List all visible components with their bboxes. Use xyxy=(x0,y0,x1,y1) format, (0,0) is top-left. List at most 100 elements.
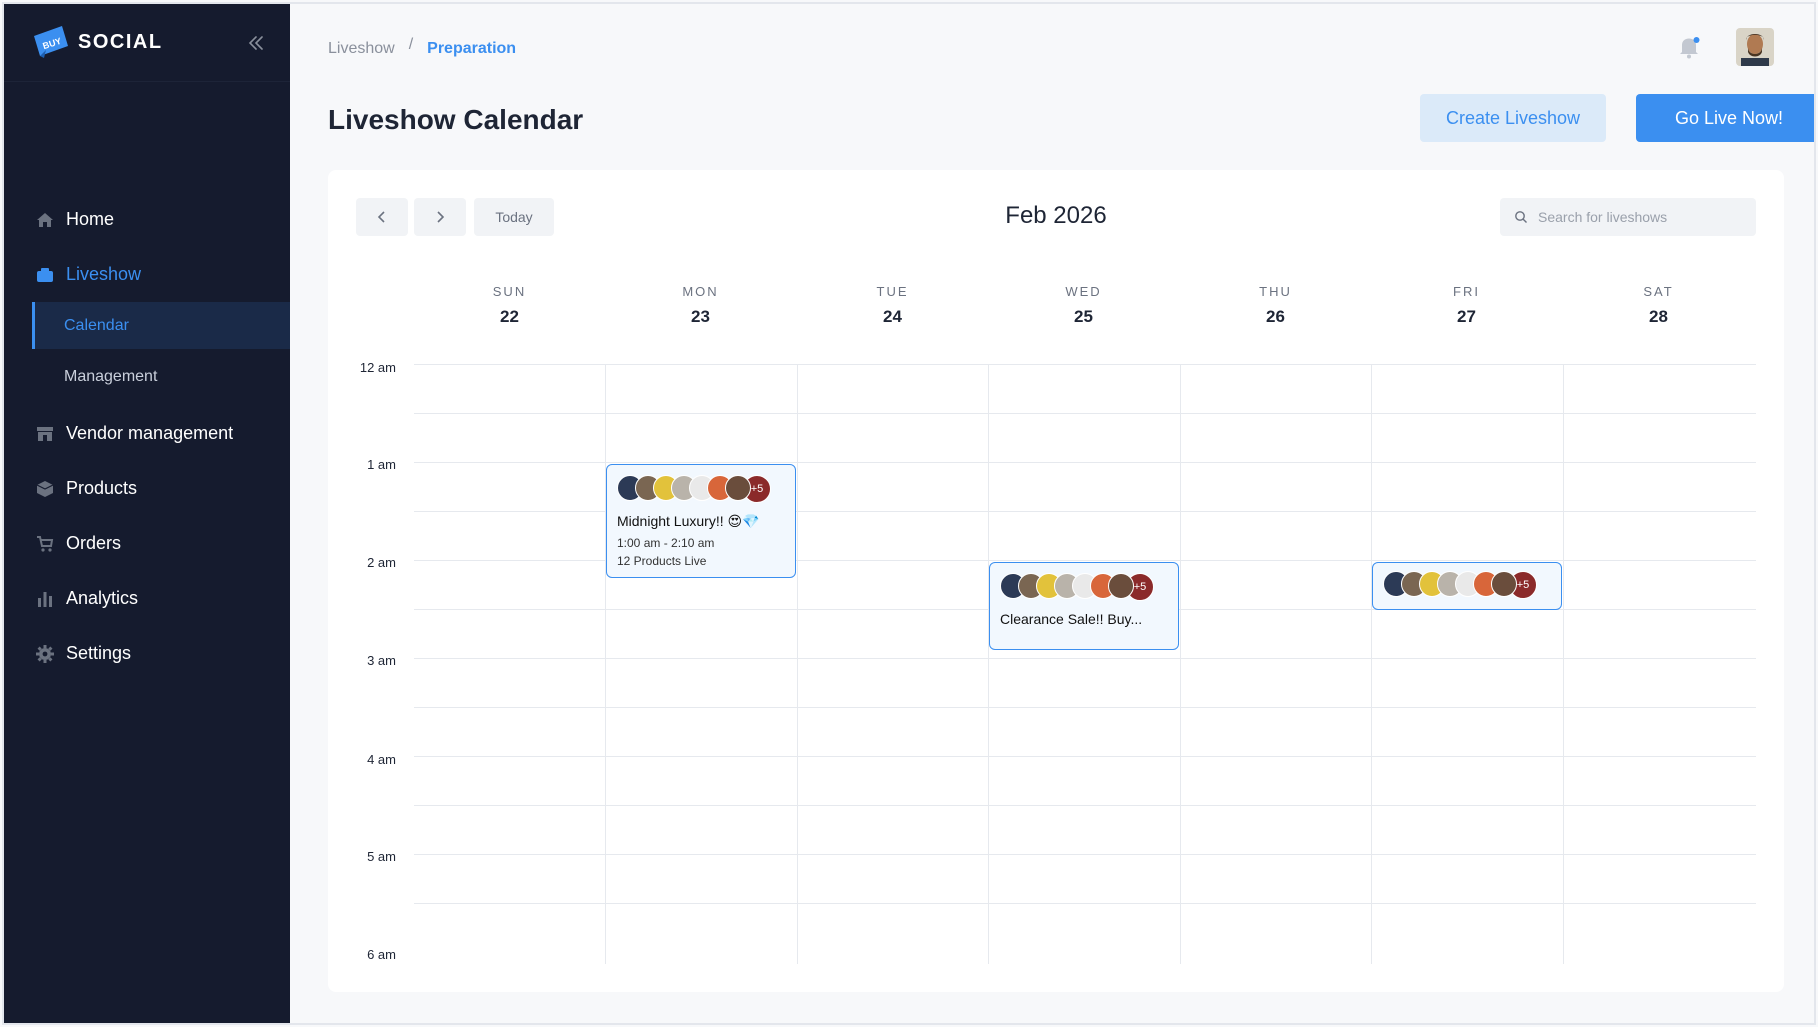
day-number: 23 xyxy=(691,307,710,326)
grid-line xyxy=(1563,364,1564,964)
sidebar-item-label: Settings xyxy=(66,643,132,663)
sidebar-item-home[interactable]: Home xyxy=(4,192,290,247)
sidebar-item-label: Vendor management xyxy=(66,423,234,443)
sidebar-subitem-calendar[interactable]: Calendar xyxy=(32,302,290,349)
brand-header: BUY SOCIAL xyxy=(4,4,290,82)
app-window: BUY SOCIAL Home Liveshow Calendar Manage… xyxy=(2,2,1816,1025)
event-time: 1:00 am - 2:10 am xyxy=(617,536,715,550)
sidebar-item-orders[interactable]: Orders xyxy=(4,516,290,571)
box-icon xyxy=(34,478,56,500)
event-title: Midnight Luxury!! 😍💎 xyxy=(617,513,760,529)
sidebar: BUY SOCIAL Home Liveshow Calendar Manage… xyxy=(4,4,290,1023)
grid-line xyxy=(414,854,1756,855)
day-name: WED xyxy=(1065,284,1102,299)
day-header-thu: THU 26 xyxy=(1180,284,1371,327)
time-label: 12 am xyxy=(359,360,396,375)
grid-line xyxy=(414,364,1756,365)
vendor-avatars: +5 xyxy=(617,475,795,503)
page-title: Liveshow Calendar xyxy=(328,104,584,135)
sidebar-nav: Home Liveshow Calendar Management Vendor… xyxy=(4,192,290,681)
sidebar-item-settings[interactable]: Settings xyxy=(4,626,290,681)
sidebar-item-label: Home xyxy=(66,209,115,229)
cart-icon xyxy=(34,533,56,555)
day-header-wed: WED 25 xyxy=(988,284,1179,327)
day-name: FRI xyxy=(1453,284,1480,299)
sidebar-subitem-label: Calendar xyxy=(64,316,129,334)
sidebar-item-label: Orders xyxy=(66,533,122,553)
grid-line xyxy=(414,707,1756,708)
day-name: SAT xyxy=(1643,284,1674,299)
day-number: 24 xyxy=(883,307,902,326)
grid-line xyxy=(414,756,1756,757)
time-label: 3 am xyxy=(367,653,396,668)
day-name: TUE xyxy=(876,284,909,299)
grid-line xyxy=(1180,364,1181,964)
sidebar-item-label: Products xyxy=(66,478,138,498)
search-box xyxy=(1500,198,1756,236)
grid-line xyxy=(414,413,1756,414)
grid-line xyxy=(414,903,1756,904)
sidebar-item-vendor-management[interactable]: Vendor management xyxy=(4,406,290,461)
sidebar-subitem-label: Management xyxy=(64,367,158,385)
search-icon xyxy=(1515,211,1527,223)
event-card-midnight-luxury[interactable]: +5 Midnight Luxury!! 😍💎 1:00 am - 2:10 a… xyxy=(606,464,796,578)
vendor-avatar xyxy=(1491,571,1517,597)
home-icon xyxy=(34,209,56,231)
event-card-clearance-sale[interactable]: +5 Clearance Sale!! Buy... xyxy=(989,562,1179,650)
day-number: 22 xyxy=(500,307,519,326)
next-week-button[interactable] xyxy=(414,198,466,236)
time-label: 6 am xyxy=(367,947,396,962)
event-title: Clearance Sale!! Buy... xyxy=(1000,611,1143,627)
grid-line xyxy=(1371,364,1372,964)
sidebar-item-label: Liveshow xyxy=(66,264,142,284)
breadcrumb-root-link[interactable]: Liveshow xyxy=(328,40,395,58)
day-name: SUN xyxy=(492,284,527,299)
day-name: MON xyxy=(682,284,719,299)
go-live-button[interactable]: Go Live Now! xyxy=(1636,94,1814,142)
day-header-sun: SUN 22 xyxy=(414,284,605,327)
breadcrumb-separator: / xyxy=(408,36,414,53)
day-number: 26 xyxy=(1266,307,1285,326)
time-label: 4 am xyxy=(367,752,396,767)
day-header-sat: SAT 28 xyxy=(1563,284,1754,327)
time-label: 5 am xyxy=(367,849,396,864)
breadcrumb: Liveshow / Preparation xyxy=(328,36,517,58)
grid-line xyxy=(988,364,989,964)
vendor-avatars: +5 xyxy=(1000,573,1178,601)
bar-chart-icon xyxy=(34,588,56,610)
time-label: 2 am xyxy=(367,555,396,570)
day-number: 25 xyxy=(1074,307,1093,326)
store-icon xyxy=(34,423,56,445)
grid-line xyxy=(797,364,798,964)
sidebar-item-products[interactable]: Products xyxy=(4,461,290,516)
day-name: THU xyxy=(1259,284,1292,299)
prev-week-button[interactable] xyxy=(356,198,408,236)
grid-line xyxy=(414,658,1756,659)
sidebar-item-analytics[interactable]: Analytics xyxy=(4,571,290,626)
breadcrumb-current: Preparation xyxy=(427,40,517,57)
today-button[interactable]: Today xyxy=(474,198,554,236)
day-number: 28 xyxy=(1649,307,1668,326)
time-label: 1 am xyxy=(367,457,396,472)
user-avatar[interactable] xyxy=(1736,28,1774,66)
sidebar-subitem-management[interactable]: Management xyxy=(32,353,290,400)
brand-name: SOCIAL xyxy=(78,31,163,53)
main-content: Liveshow / Preparation Liveshow Calendar… xyxy=(290,4,1814,1023)
day-header-mon: MON 23 xyxy=(605,284,796,327)
grid-line xyxy=(414,805,1756,806)
sidebar-item-label: Analytics xyxy=(66,588,139,608)
vendor-avatar xyxy=(725,475,751,501)
vendor-avatar xyxy=(1108,573,1134,599)
logo-icon: BUY xyxy=(34,26,68,58)
event-card-fri[interactable]: +5 xyxy=(1372,562,1562,610)
notification-bell-icon[interactable] xyxy=(1676,34,1702,60)
vendor-avatars: +5 xyxy=(1383,571,1561,599)
sidebar-item-liveshow[interactable]: Liveshow xyxy=(4,247,290,302)
gear-icon xyxy=(34,643,56,665)
calendar-grid[interactable]: +5 Midnight Luxury!! 😍💎 1:00 am - 2:10 a… xyxy=(414,364,1756,964)
collapse-sidebar-icon[interactable] xyxy=(244,31,268,55)
grid-line xyxy=(414,462,1756,463)
day-number: 27 xyxy=(1457,307,1476,326)
create-liveshow-button[interactable]: Create Liveshow xyxy=(1420,94,1606,142)
search-input[interactable] xyxy=(1538,209,1738,225)
